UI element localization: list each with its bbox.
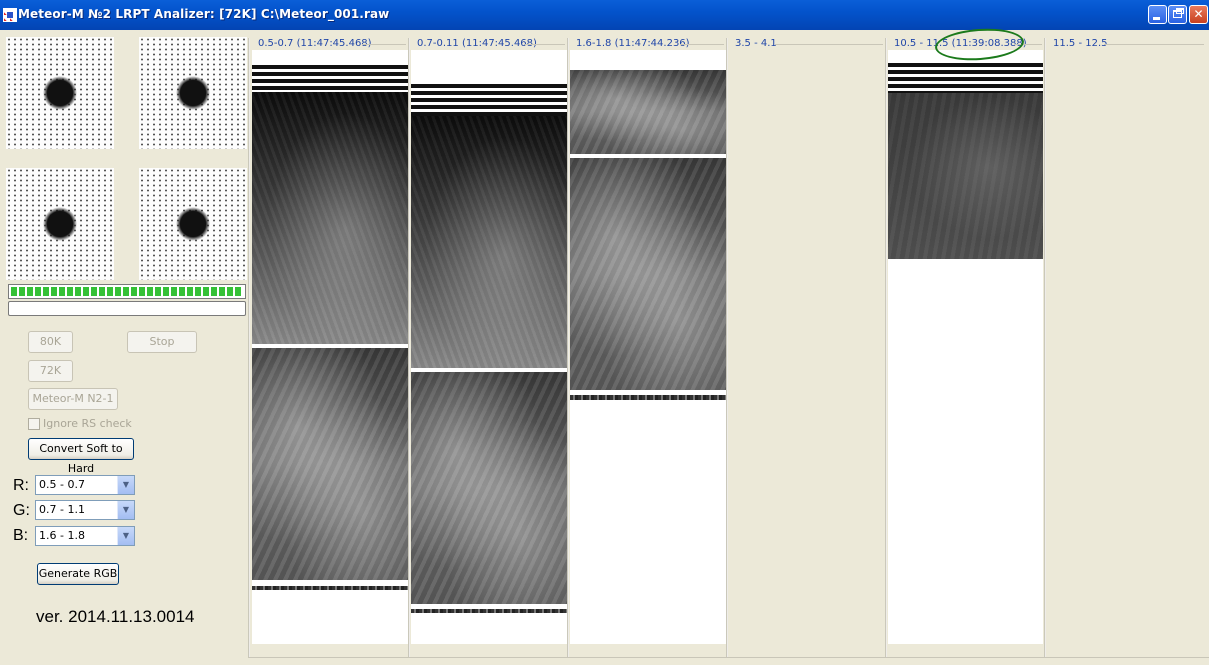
channel-separator — [1044, 38, 1046, 658]
ignore-rs-label: Ignore RS check — [43, 417, 132, 430]
channel-separator — [248, 38, 250, 658]
b-channel-value: 1.6 - 1.8 — [39, 529, 85, 542]
channel-3-label: 1.6-1.8 (11:47:44.236) — [576, 38, 690, 49]
channel-6-label: 11.5 - 12.5 — [1053, 38, 1108, 49]
72k-button[interactable]: 72K — [28, 360, 73, 382]
version-label: ver. 2014.11.13.0014 — [36, 607, 195, 626]
r-channel-label: R: — [13, 477, 29, 494]
channel-header-rule — [525, 44, 565, 45]
signal-quality-fill — [11, 287, 243, 296]
stop-button[interactable]: Stop — [127, 331, 197, 353]
g-channel-value: 0.7 - 1.1 — [39, 503, 85, 516]
title-bar[interactable]: Meteor-M №2 LRPT Analizer: [72K] C:\Mete… — [0, 0, 1209, 30]
r-channel-select[interactable]: 0.5 - 0.7 ▼ — [35, 475, 135, 495]
constellation-plot-2 — [139, 37, 247, 149]
restore-icon-front — [1173, 10, 1182, 18]
channel-5-image[interactable] — [888, 50, 1043, 644]
channel-header-rule — [1104, 44, 1204, 45]
minimize-button[interactable] — [1148, 5, 1167, 24]
constellation-plot-1 — [6, 37, 114, 149]
generate-rgb-button[interactable]: Generate RGB — [37, 563, 119, 585]
channel-header-rule — [775, 44, 883, 45]
channel-2-label: 0.7-0.11 (11:47:45.468) — [417, 38, 537, 49]
channel-2-image[interactable] — [411, 50, 567, 644]
channel-1-label: 0.5-0.7 (11:47:45.468) — [258, 38, 372, 49]
chevron-down-icon[interactable]: ▼ — [117, 501, 134, 519]
channel-separator — [726, 38, 728, 658]
channel-header-rule — [362, 44, 406, 45]
signal-quality-bar — [8, 284, 246, 299]
channel-3-image[interactable] — [570, 50, 726, 644]
chevron-down-icon[interactable]: ▼ — [117, 527, 134, 545]
channel-separator — [885, 38, 887, 658]
meteor-m-n2-1-button[interactable]: Meteor-M N2-1 — [28, 388, 118, 410]
window-title: Meteor-M №2 LRPT Analizer: [72K] C:\Mete… — [18, 7, 390, 21]
minimize-icon — [1153, 17, 1160, 20]
channel-1-image[interactable] — [252, 50, 408, 644]
80k-button[interactable]: 80K — [28, 331, 73, 353]
decode-progress-bar — [8, 301, 246, 316]
meteor-app-icon[interactable] — [3, 8, 17, 22]
close-button[interactable]: ✕ — [1189, 5, 1208, 24]
convert-soft-to-hard-button[interactable]: Convert Soft to Hard — [28, 438, 134, 475]
constellation-plot-4 — [139, 168, 247, 280]
b-channel-label: B: — [13, 527, 29, 544]
bottom-rule — [248, 657, 1209, 658]
r-channel-value: 0.5 - 0.7 — [39, 478, 85, 491]
constellation-plot-3 — [6, 168, 114, 280]
close-icon: ✕ — [1193, 7, 1204, 21]
channel-4-label: 3.5 - 4.1 — [735, 38, 777, 49]
chevron-down-icon[interactable]: ▼ — [117, 476, 134, 494]
g-channel-select[interactable]: 0.7 - 1.1 ▼ — [35, 500, 135, 520]
channel-header-rule — [680, 44, 724, 45]
channel-separator — [408, 38, 410, 658]
g-channel-label: G: — [13, 502, 30, 519]
maximize-button[interactable] — [1168, 5, 1187, 24]
channel-separator — [567, 38, 569, 658]
b-channel-select[interactable]: 1.6 - 1.8 ▼ — [35, 526, 135, 546]
ignore-rs-checkbox[interactable] — [28, 418, 40, 430]
